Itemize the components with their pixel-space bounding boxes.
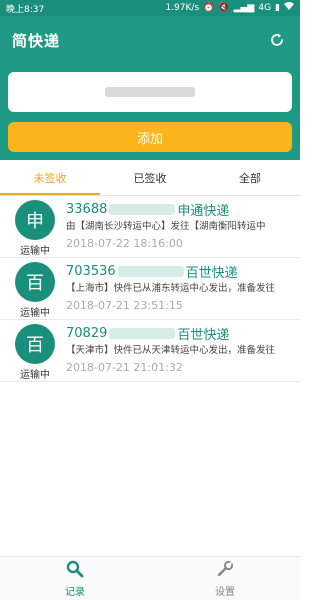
- network-speed: 1.97K/s: [165, 3, 200, 13]
- battery-icon: ▮: [275, 2, 280, 13]
- tab-signed[interactable]: 已签收: [100, 160, 200, 195]
- package-time: 2018-07-22 18:16:00: [66, 237, 183, 250]
- nav-settings-label: 设置: [215, 586, 235, 598]
- carrier-logo: 百: [15, 324, 55, 364]
- mute-icon: 🔇: [218, 2, 230, 13]
- carrier-name: 百世快递: [177, 327, 230, 343]
- tracking-number-input[interactable]: [8, 72, 292, 112]
- package-time: 2018-07-21 23:51:15: [66, 299, 183, 312]
- nav-settings[interactable]: 设置: [150, 557, 300, 600]
- tracking-number: 70829: [66, 325, 108, 341]
- tracking-number-redacted: [109, 327, 176, 339]
- tracking-number-redacted: [109, 203, 176, 215]
- package-detail: 【天津市】快件已从天津转运中心发出，准备发往: [66, 345, 276, 356]
- package-time: 2018-07-21 21:01:32: [66, 361, 183, 374]
- refresh-icon[interactable]: [266, 29, 288, 51]
- carrier-logo: 百: [15, 262, 55, 302]
- tab-all[interactable]: 全部: [200, 160, 300, 195]
- package-item[interactable]: 申 运输中 33688 申通快递 由【湖南长沙转运中心】发往【湖南衡阳转运中 2…: [0, 196, 300, 258]
- status-tabs: 未签收 已签收 全部: [0, 160, 300, 196]
- tab-unsigned[interactable]: 未签收: [0, 160, 100, 195]
- tracking-input-value-redacted: [105, 87, 195, 97]
- tracking-number: 33688: [66, 201, 108, 217]
- wrench-icon: [216, 560, 234, 582]
- package-status: 运输中: [20, 246, 50, 257]
- tracking-number-redacted: [117, 265, 184, 277]
- status-time: 晚上8:37: [6, 4, 45, 15]
- alarm-icon: ⏰: [203, 2, 215, 13]
- package-status: 运输中: [20, 308, 50, 319]
- carrier-name: 申通快递: [177, 203, 230, 219]
- package-detail: 【上海市】快件已从浦东转运中心发出，准备发往: [66, 283, 276, 294]
- carrier-name: 百世快递: [185, 265, 238, 281]
- package-status: 运输中: [20, 370, 50, 381]
- wifi-icon: [284, 2, 294, 14]
- add-button[interactable]: 添加: [8, 122, 292, 152]
- network-type: 4G: [258, 3, 272, 13]
- nav-records-label: 记录: [65, 586, 85, 598]
- app-header: 简快递 添加: [0, 16, 300, 160]
- package-item[interactable]: 百 运输中 703536 百世快递 【上海市】快件已从浦东转运中心发出，准备发往…: [0, 258, 300, 320]
- signal-icon: ▂▄▆: [233, 2, 255, 13]
- tracking-number: 703536: [66, 263, 116, 279]
- search-icon: [66, 560, 84, 582]
- package-item[interactable]: 百 运输中 70829 百世快递 【天津市】快件已从天津转运中心发出，准备发往 …: [0, 320, 300, 382]
- bottom-nav: 记录 设置: [0, 556, 300, 600]
- app-title: 简快递: [12, 31, 61, 50]
- package-list: 申 运输中 33688 申通快递 由【湖南长沙转运中心】发往【湖南衡阳转运中 2…: [0, 196, 300, 382]
- package-detail: 由【湖南长沙转运中心】发往【湖南衡阳转运中: [66, 221, 266, 232]
- status-bar: 晚上8:37 1.97K/s ⏰ 🔇 ▂▄▆ 4G ▮: [0, 0, 300, 16]
- nav-records[interactable]: 记录: [0, 557, 150, 600]
- carrier-logo: 申: [15, 200, 55, 240]
